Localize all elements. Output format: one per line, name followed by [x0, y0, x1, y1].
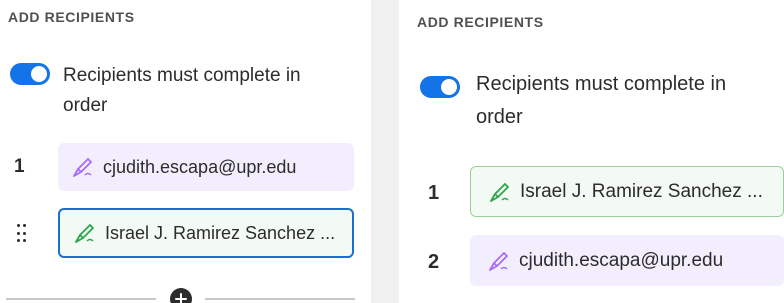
stage: ADD RECIPIENTS Recipients must complete …	[0, 0, 784, 303]
order-toggle[interactable]	[420, 76, 460, 98]
section-title: ADD RECIPIENTS	[417, 14, 544, 30]
toggle-knob	[31, 66, 47, 82]
recipient-order-number: 1	[14, 156, 25, 177]
section-title: ADD RECIPIENTS	[8, 9, 135, 25]
toggle-label: Recipients must complete in order	[476, 73, 727, 128]
recipient-email: Israel J. Ramirez Sanchez ...	[105, 222, 336, 243]
add-recipient-button[interactable]	[170, 288, 192, 303]
recipient-order-number: 2	[428, 251, 440, 273]
drag-handle[interactable]	[17, 224, 27, 244]
pen-icon	[490, 182, 509, 202]
left-panel: ADD RECIPIENTS Recipients must complete …	[0, 0, 371, 303]
toggle-label: Recipients must complete in order	[63, 65, 301, 116]
panel-gutter	[371, 0, 399, 303]
recipient-row[interactable]: cjudith.escapa@upr.edu	[58, 143, 354, 191]
divider-left	[6, 298, 156, 300]
recipient-row[interactable]: Israel J. Ramirez Sanchez ...	[470, 166, 784, 217]
divider-right	[205, 298, 355, 300]
recipient-email: cjudith.escapa@upr.edu	[103, 156, 297, 177]
recipient-order-number: 1	[428, 182, 440, 204]
recipient-email: cjudith.escapa@upr.edu	[519, 249, 724, 271]
toggle-knob	[441, 79, 457, 95]
pen-icon	[73, 158, 92, 177]
order-toggle[interactable]	[10, 63, 50, 85]
right-panel: ADD RECIPIENTS Recipients must complete …	[399, 0, 784, 303]
pen-icon	[75, 224, 94, 243]
recipient-email: Israel J. Ramirez Sanchez ...	[520, 180, 763, 202]
pen-icon	[489, 251, 508, 271]
recipient-row-dragging[interactable]: Israel J. Ramirez Sanchez ...	[58, 208, 354, 258]
recipient-row[interactable]: cjudith.escapa@upr.edu	[470, 235, 784, 286]
